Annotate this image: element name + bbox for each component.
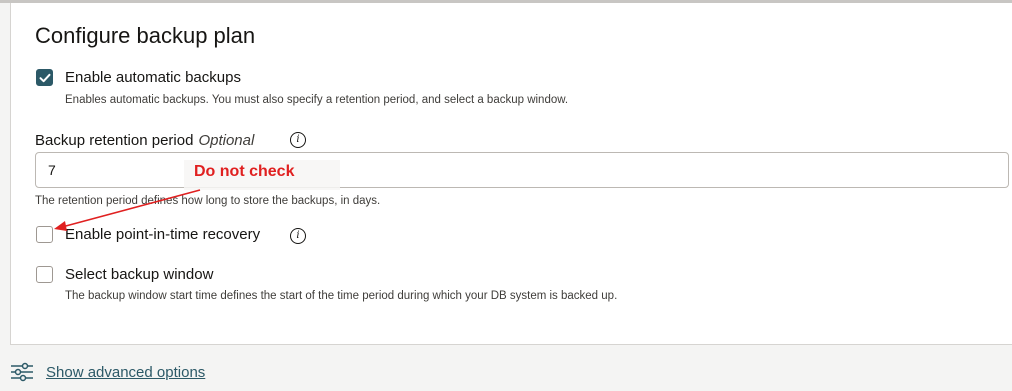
show-advanced-options-link[interactable]: Show advanced options xyxy=(46,364,205,381)
advanced-options-row[interactable]: Show advanced options xyxy=(10,362,205,382)
sliders-icon[interactable] xyxy=(10,362,34,382)
annotation-arrow-icon xyxy=(54,189,201,231)
